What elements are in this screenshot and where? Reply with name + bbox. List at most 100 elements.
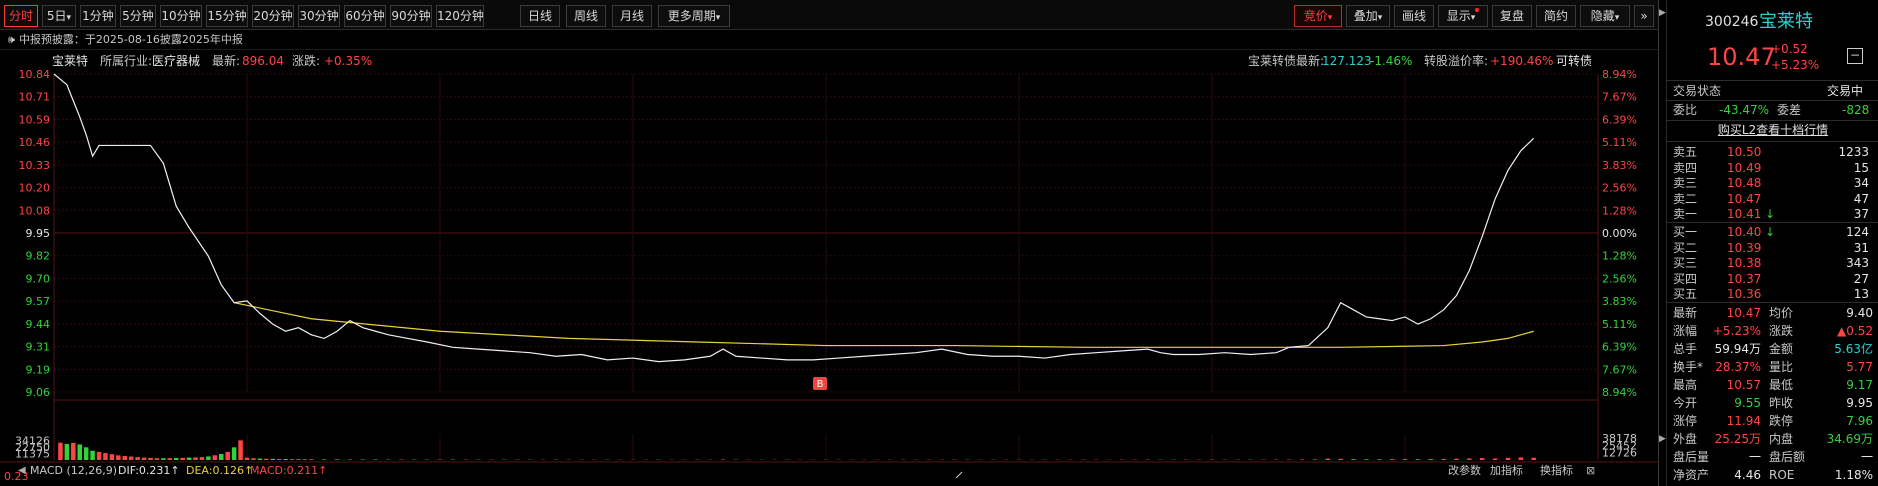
volume-tick-label: 11375 xyxy=(15,447,50,460)
volume-bar xyxy=(141,457,147,460)
volume-bar xyxy=(193,457,198,460)
pct-tick-label: 7.67% xyxy=(1602,363,1637,376)
volume-bar xyxy=(64,443,70,460)
l2-row: 购买L2查看十档行情 xyxy=(1667,121,1878,139)
volume-bar xyxy=(1402,459,1408,460)
stat-label: 总手 xyxy=(1673,342,1698,356)
volume-bar xyxy=(71,443,76,460)
weicha-value: -828 xyxy=(1842,103,1870,117)
price-tick-label: 9.06 xyxy=(26,386,51,399)
average-price-line xyxy=(234,302,1534,348)
buy-marker[interactable]: B xyxy=(813,377,827,390)
buy-marker-label: B xyxy=(817,379,824,390)
stat-label: 最低 xyxy=(1769,378,1794,392)
ask-level-row[interactable]: 卖一 10.41 ↓ 37 xyxy=(1667,205,1878,223)
stat-value: 5.63亿 xyxy=(1834,342,1873,356)
volume-bar xyxy=(1312,459,1318,460)
price-tick-label: 10.08 xyxy=(19,204,51,217)
volume-bar xyxy=(1338,458,1343,460)
stock-code: 300246 xyxy=(1705,14,1759,30)
weibi-label: 委比 xyxy=(1673,103,1698,117)
stats-row: 最高 10.57 最低 9.17 xyxy=(1667,376,1878,394)
volume-bar xyxy=(77,444,82,460)
price-tick-label: 10.84 xyxy=(19,68,51,81)
expand-panel-icon[interactable]: ▶ xyxy=(1659,434,1666,444)
ask-volume: 37 xyxy=(1853,207,1869,221)
bid-level-row[interactable]: 买五 10.36 13 xyxy=(1667,285,1878,303)
stat-value: 一 xyxy=(1748,450,1761,464)
volume-bar xyxy=(90,450,95,460)
volume-bar xyxy=(1364,459,1369,460)
price-tick-label: 9.70 xyxy=(26,272,51,285)
stat-value: 25.25万 xyxy=(1714,432,1761,446)
panel-toggle-strip[interactable]: ▶ ▶ xyxy=(1658,0,1666,486)
stat-value: 34.69万 xyxy=(1826,432,1873,446)
pct-tick-label: 8.94% xyxy=(1602,386,1637,399)
bid-volume: 13 xyxy=(1853,287,1869,301)
volume-bar xyxy=(283,459,288,460)
price-tick-label: 10.46 xyxy=(19,136,51,149)
stat-label: 外盘 xyxy=(1673,432,1698,446)
stat-value: 9.40 xyxy=(1846,306,1873,320)
stat-value: 11.94 xyxy=(1726,414,1761,428)
volume-bar xyxy=(302,459,308,460)
pct-tick-label: 3.83% xyxy=(1602,295,1637,308)
pct-tick-label: 5.11% xyxy=(1602,318,1637,331)
price-tick-label: 10.20 xyxy=(19,182,51,195)
trade-status-row: 交易状态 交易中 xyxy=(1667,82,1878,100)
buy-l2-link[interactable]: 购买L2查看十档行情 xyxy=(1718,123,1828,137)
down-arrow-icon: ↓ xyxy=(1765,207,1776,221)
stat-label: 金额 xyxy=(1769,342,1794,356)
add-indicator-button[interactable]: 加指标 xyxy=(1490,462,1523,480)
price-change-pct: +5.23% xyxy=(1771,58,1820,72)
price-tick-label: 10.33 xyxy=(19,159,51,172)
macd-label[interactable]: MACD (12,26,9) xyxy=(30,462,117,480)
ask-price: 10.41 xyxy=(1727,207,1762,221)
change-params-button[interactable]: 改参数 xyxy=(1448,462,1481,480)
volume-bar xyxy=(180,457,185,460)
pct-tick-label: 2.56% xyxy=(1602,272,1637,285)
pct-tick-label: 3.83% xyxy=(1602,159,1637,172)
stat-label: 涨停 xyxy=(1673,414,1698,428)
pct-tick-label: 6.39% xyxy=(1602,113,1637,126)
stat-label: 净资产 xyxy=(1673,468,1710,482)
volume-bar xyxy=(1325,458,1331,460)
macd-dif: DIF:0.231↑ xyxy=(118,464,180,477)
volume-bar xyxy=(296,459,301,460)
pct-tick-label: 5.11% xyxy=(1602,136,1637,149)
stats-row: 今开 9.55 昨收 9.95 xyxy=(1667,394,1878,412)
stat-value: 9.17 xyxy=(1846,378,1873,392)
volume-bar xyxy=(122,455,128,460)
stat-value: 7.96 xyxy=(1846,414,1873,428)
volume-bars xyxy=(58,440,1536,460)
pct-tick-label: 8.94% xyxy=(1602,68,1637,81)
pct-tick-label: 0.00% xyxy=(1602,227,1637,240)
volume-bar xyxy=(1441,458,1446,460)
stats-row: 盘后量一盘后额一 xyxy=(1667,448,1878,466)
stat-label: 今开 xyxy=(1673,396,1698,410)
volume-bar xyxy=(1505,457,1511,460)
collapse-icon[interactable]: ◀ xyxy=(18,462,26,480)
volume-bar xyxy=(135,457,140,460)
stat-label: 换手* xyxy=(1673,360,1704,374)
stock-name[interactable]: 宝莱特 xyxy=(1759,10,1813,34)
stat-value: 一 xyxy=(1860,450,1873,464)
switch-indicator-button[interactable]: 换指标 xyxy=(1540,462,1573,480)
volume-bar xyxy=(1299,459,1305,460)
stats-row: 换手* 28.37% 量比 5.77 xyxy=(1667,358,1878,376)
volume-bar xyxy=(116,455,121,460)
volume-bar xyxy=(219,453,224,460)
volume-bar xyxy=(83,447,89,460)
collapse-panel-icon[interactable]: ▶ xyxy=(1659,8,1666,18)
close-icon[interactable]: ⊠ xyxy=(1586,462,1595,480)
volume-bar xyxy=(161,458,166,460)
stat-label: 盘后额 xyxy=(1769,450,1806,464)
volume-bar xyxy=(154,458,160,460)
volume-bar xyxy=(1518,457,1524,460)
minus-icon[interactable]: − xyxy=(1847,48,1863,64)
volume-bar xyxy=(238,440,243,460)
intraday-chart[interactable]: 10.84 8.94% 10.71 7.67% 10.59 6.39% 10.46 5.11%… xyxy=(0,0,1658,486)
stat-label: ROE xyxy=(1769,468,1795,482)
stat-value: 9.55 xyxy=(1734,396,1761,410)
volume-bar xyxy=(1492,458,1498,460)
